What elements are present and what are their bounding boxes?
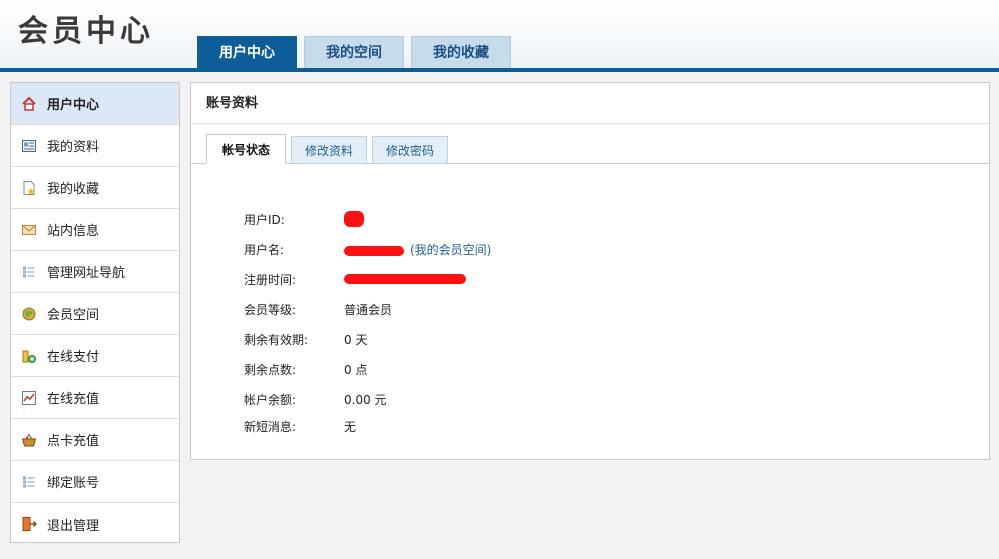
sidebar-item-label: 在线支付 — [47, 350, 100, 365]
home-icon — [21, 96, 37, 112]
tab-my-space[interactable]: 我的空间 — [304, 36, 404, 68]
exit-icon — [21, 516, 38, 532]
sidebar-item-my-profile[interactable]: 我的资料 — [11, 125, 179, 167]
sidebar-item-site-messages[interactable]: 站内信息 — [11, 209, 179, 251]
coins-icon — [21, 348, 37, 364]
header: 会员中心 用户中心 我的空间 我的收藏 — [0, 0, 999, 72]
level-value: 普通会员 — [344, 303, 393, 317]
sidebar-item-bind-account[interactable]: 绑定账号 — [11, 461, 179, 503]
my-space-link[interactable]: (我的会员空间) — [410, 243, 491, 257]
valid-days-label: 剩余有效期: — [244, 333, 309, 347]
mail-icon — [21, 222, 37, 238]
reg-time-label: 注册时间: — [244, 273, 297, 287]
sub-tab-bar: 帐号状态 修改资料 修改密码 — [191, 134, 989, 164]
level-label: 会员等级: — [244, 303, 297, 317]
balance-label: 帐户余额: — [244, 393, 297, 407]
points-label: 剩余点数: — [244, 363, 297, 377]
username-redaction — [344, 245, 404, 256]
sidebar-item-label: 点卡充值 — [47, 434, 100, 449]
balance-value: 0.00 元 — [344, 393, 387, 407]
logo: 会员中心 — [18, 14, 154, 49]
sidebar-item-label: 管理网址导航 — [47, 266, 126, 281]
tab-user-center[interactable]: 用户中心 — [197, 36, 297, 68]
sidebar: 用户中心 我的资料 我的收藏 站内信息 管理网址导航 会员空间 在线支付 在线充… — [10, 82, 180, 543]
username-value: (我的会员空间) — [344, 241, 491, 258]
tab-account-status[interactable]: 帐号状态 — [206, 134, 286, 164]
sidebar-item-url-nav[interactable]: 管理网址导航 — [11, 251, 179, 293]
username-label: 用户名: — [244, 243, 285, 257]
sidebar-item-label: 退出管理 — [47, 518, 100, 534]
list-icon — [21, 264, 37, 280]
chart-icon — [21, 390, 37, 406]
panel-title: 账号资料 — [191, 83, 989, 124]
favorite-page-icon — [21, 180, 37, 196]
user-id-label: 用户ID: — [244, 213, 285, 227]
user-id-value-redacted — [344, 211, 364, 227]
basket-icon — [21, 432, 37, 448]
points-value: 0 点 — [344, 363, 368, 377]
sidebar-item-label: 在线充值 — [47, 392, 100, 407]
globe-icon — [21, 306, 37, 322]
reg-time-value-redacted — [344, 271, 466, 285]
main-panel: 账号资料 帐号状态 修改资料 修改密码 用户ID: 用户名: (我的会员空间) … — [190, 82, 990, 460]
sidebar-item-label: 我的资料 — [47, 140, 100, 155]
sidebar-item-online-payment[interactable]: 在线支付 — [11, 335, 179, 377]
sidebar-item-logout[interactable]: 退出管理 — [11, 503, 179, 545]
tab-edit-profile[interactable]: 修改资料 — [291, 136, 367, 164]
sidebar-item-label: 用户中心 — [47, 98, 100, 113]
valid-days-value: 0 天 — [344, 333, 368, 347]
list-icon — [21, 474, 37, 490]
messages-label: 新短消息: — [244, 420, 297, 434]
sidebar-item-member-space[interactable]: 会员空间 — [11, 293, 179, 335]
sidebar-item-card-recharge[interactable]: 点卡充值 — [11, 419, 179, 461]
messages-value: 无 — [344, 420, 357, 434]
sidebar-item-my-favorites[interactable]: 我的收藏 — [11, 167, 179, 209]
tab-my-favorites[interactable]: 我的收藏 — [411, 36, 511, 68]
sidebar-item-user-center[interactable]: 用户中心 — [11, 83, 179, 125]
sidebar-item-label: 站内信息 — [47, 224, 100, 239]
tab-change-password[interactable]: 修改密码 — [372, 136, 448, 164]
sidebar-item-online-recharge[interactable]: 在线充值 — [11, 377, 179, 419]
sidebar-item-label: 会员空间 — [47, 308, 100, 323]
sidebar-item-label: 我的收藏 — [47, 182, 100, 197]
sidebar-item-label: 绑定账号 — [47, 476, 100, 491]
profile-card-icon — [21, 138, 37, 154]
